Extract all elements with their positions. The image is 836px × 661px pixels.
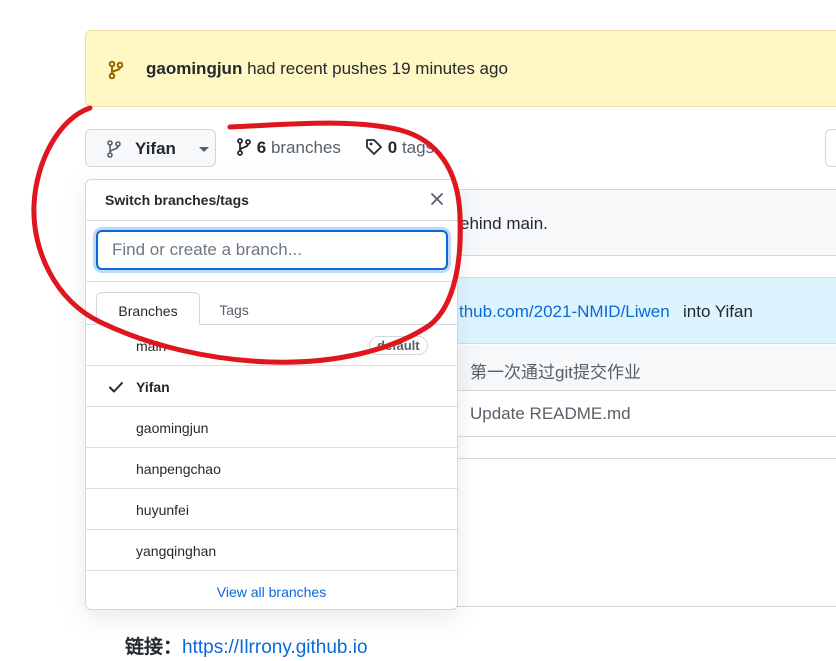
- branches-link[interactable]: 6 branches: [236, 138, 341, 158]
- branch-behind-notice: ehind main.: [440, 189, 836, 256]
- branch-search-input[interactable]: [96, 230, 448, 270]
- branch-item-huyunfei[interactable]: huyunfei: [86, 490, 457, 530]
- branch-item-gaomingjun[interactable]: gaomingjun: [86, 408, 457, 448]
- branch-item-label: gaomingjun: [136, 420, 209, 436]
- divider: [440, 458, 836, 459]
- dropdown-tabs: Branches Tags: [86, 282, 457, 325]
- git-branch-icon: [107, 140, 121, 158]
- git-branch-icon: [237, 138, 251, 156]
- commit-tail: into Yifan: [683, 302, 753, 321]
- branch-item-label: hanpengchao: [136, 461, 221, 477]
- current-branch-name: Yifan: [135, 139, 176, 158]
- dropdown-search-area: [86, 221, 457, 282]
- dropdown-header: Switch branches/tags: [86, 180, 457, 221]
- tags-count: 0: [387, 138, 398, 157]
- branch-item-main[interactable]: main default: [86, 326, 457, 366]
- dropdown-footer: View all branches: [86, 572, 457, 610]
- chevron-down-icon: [199, 147, 209, 152]
- tab-tags[interactable]: Tags: [204, 292, 264, 325]
- readme-link[interactable]: https://Ilrrony.github.io: [182, 637, 368, 658]
- branch-item-yangqinghan[interactable]: yangqinghan: [86, 531, 457, 571]
- readme-link-label: 链接：: [125, 637, 183, 658]
- latest-commit-bar: thub.com/2021-NMID/Liwen into Yifan: [440, 277, 836, 344]
- branch-item-yifan[interactable]: Yifan: [86, 367, 457, 407]
- tag-icon: [366, 139, 382, 155]
- file-row: Update README.md: [440, 391, 836, 437]
- tags-label: tags: [401, 138, 435, 157]
- tab-branches[interactable]: Branches: [96, 292, 200, 325]
- banner-user[interactable]: gaomingjun: [146, 59, 242, 78]
- branch-item-hanpengchao[interactable]: hanpengchao: [86, 449, 457, 489]
- file-commit-message[interactable]: 第一次通过git提交作业: [470, 358, 641, 383]
- branch-select-button[interactable]: Yifan: [85, 129, 216, 167]
- commit-link[interactable]: thub.com/2021-NMID/Liwen: [459, 302, 670, 322]
- divider: [440, 606, 836, 607]
- readme-link-line: 链接：https://Ilrrony.github.io: [125, 632, 368, 659]
- check-icon: [109, 382, 123, 393]
- branch-item-label: main: [136, 338, 167, 354]
- branches-count: 6: [256, 138, 267, 157]
- branch-item-label: yangqinghan: [136, 543, 217, 559]
- branch-item-label: huyunfei: [136, 502, 189, 518]
- go-to-file-button[interactable]: [825, 129, 836, 167]
- recent-push-banner: gaomingjun had recent pushes 19 minutes …: [85, 30, 836, 107]
- branches-label: branches: [270, 138, 341, 157]
- branch-dropdown: Switch branches/tags Branches Tags main …: [85, 179, 458, 610]
- banner-message: had recent pushes 19 minutes ago: [247, 59, 508, 78]
- git-branch-icon: [108, 60, 124, 80]
- branch-item-label: Yifan: [136, 379, 170, 395]
- file-row: 第一次通过git提交作业: [440, 345, 836, 391]
- close-icon[interactable]: [429, 191, 445, 207]
- view-all-branches-link[interactable]: View all branches: [217, 584, 326, 600]
- behind-text: ehind main.: [460, 214, 548, 233]
- dropdown-title: Switch branches/tags: [105, 192, 249, 208]
- default-badge: default: [369, 336, 428, 355]
- banner-text: gaomingjun had recent pushes 19 minutes …: [146, 59, 508, 79]
- tags-link[interactable]: 0 tags: [365, 138, 434, 158]
- file-commit-message[interactable]: Update README.md: [470, 404, 631, 424]
